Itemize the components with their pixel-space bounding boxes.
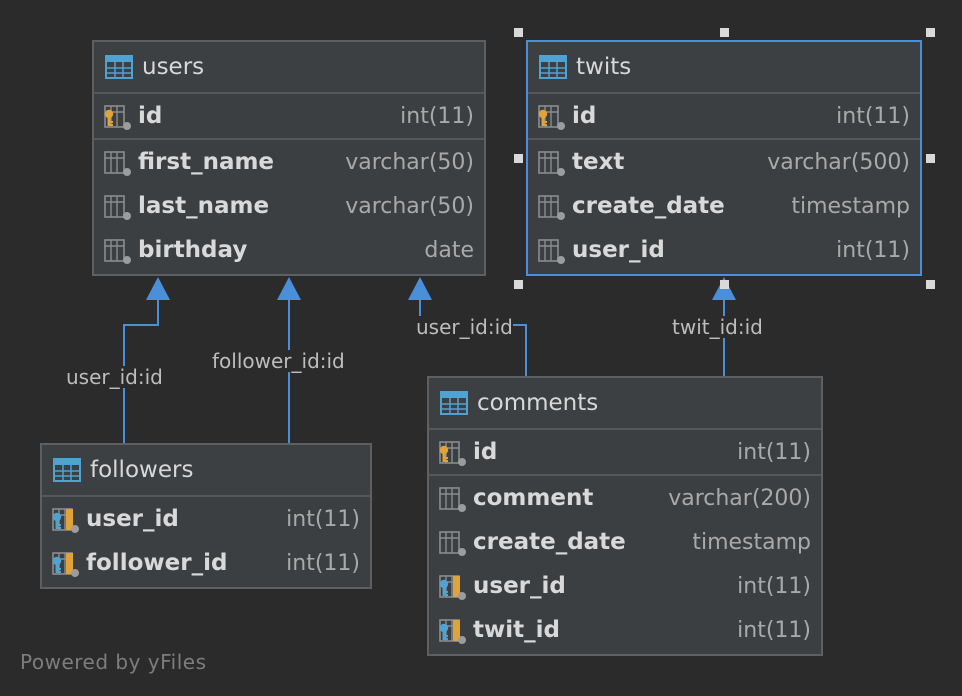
primary-key-icon bbox=[104, 105, 131, 130]
column-type: varchar(50) bbox=[345, 149, 474, 175]
column-icon bbox=[439, 487, 466, 512]
column-row[interactable]: id int(11) bbox=[94, 94, 484, 138]
column-type: int(11) bbox=[286, 550, 360, 576]
primary-key-icon bbox=[439, 441, 466, 466]
column-icon bbox=[538, 195, 565, 220]
column-icon bbox=[104, 151, 131, 176]
column-row[interactable]: id int(11) bbox=[528, 94, 920, 138]
footer-credit: Powered by yFiles bbox=[20, 650, 207, 674]
column-name: first_name bbox=[138, 149, 275, 175]
column-name: user_id bbox=[86, 506, 179, 532]
table-header[interactable]: twits bbox=[528, 42, 920, 94]
primary-key-section: id int(11) bbox=[94, 94, 484, 140]
column-row[interactable]: user_id int(11) bbox=[429, 564, 821, 608]
resize-handle[interactable] bbox=[720, 280, 729, 289]
column-type: varchar(500) bbox=[767, 149, 910, 175]
edge-label-comments-user-id: user_id:id bbox=[416, 315, 513, 339]
resize-handle[interactable] bbox=[720, 28, 729, 37]
column-type: int(11) bbox=[737, 573, 811, 599]
column-type: timestamp bbox=[692, 529, 811, 555]
resize-handle[interactable] bbox=[514, 28, 523, 37]
column-name: user_id bbox=[473, 573, 566, 599]
table-followers[interactable]: followers user_id int(11) follower_id int(11… bbox=[40, 443, 372, 589]
column-name: id bbox=[572, 103, 597, 129]
column-row[interactable]: create_date timestamp bbox=[528, 184, 920, 228]
column-row[interactable]: text varchar(500) bbox=[528, 140, 920, 184]
table-title: twits bbox=[576, 54, 632, 80]
resize-handle[interactable] bbox=[926, 280, 935, 289]
column-icon bbox=[538, 151, 565, 176]
table-header[interactable]: followers bbox=[42, 445, 370, 497]
foreign-key-icon bbox=[439, 575, 466, 600]
column-type: int(11) bbox=[286, 506, 360, 532]
column-type: varchar(200) bbox=[668, 485, 811, 511]
table-icon bbox=[539, 55, 567, 79]
resize-handle[interactable] bbox=[514, 280, 523, 289]
column-row[interactable]: create_date timestamp bbox=[429, 520, 821, 564]
column-type: int(11) bbox=[737, 617, 811, 643]
column-row[interactable]: follower_id int(11) bbox=[42, 541, 370, 585]
table-icon bbox=[440, 391, 468, 415]
primary-key-section: id int(11) bbox=[528, 94, 920, 140]
primary-key-section: id int(11) bbox=[429, 430, 821, 476]
primary-key-section: user_id int(11) follower_id int(11) bbox=[42, 497, 370, 585]
column-row[interactable]: first_name varchar(50) bbox=[94, 140, 484, 184]
resize-handle[interactable] bbox=[514, 154, 523, 163]
table-icon bbox=[105, 55, 133, 79]
column-row[interactable]: birthday date bbox=[94, 228, 484, 272]
column-row[interactable]: comment varchar(200) bbox=[429, 476, 821, 520]
column-name: id bbox=[138, 103, 163, 129]
column-type: varchar(50) bbox=[345, 193, 474, 219]
primary-key-icon bbox=[538, 105, 565, 130]
column-type: int(11) bbox=[737, 439, 811, 465]
column-row[interactable]: user_id int(11) bbox=[528, 228, 920, 272]
column-icon bbox=[538, 239, 565, 264]
table-comments[interactable]: comments id int(11) comment varchar(200) crea… bbox=[427, 376, 823, 656]
column-name: birthday bbox=[138, 237, 248, 263]
column-name: twit_id bbox=[473, 617, 560, 643]
column-row[interactable]: id int(11) bbox=[429, 430, 821, 474]
column-name: comment bbox=[473, 485, 594, 511]
column-name: create_date bbox=[572, 193, 725, 219]
table-users[interactable]: users id int(11) first_name varchar(50) last_… bbox=[92, 40, 486, 276]
column-name: text bbox=[572, 149, 625, 175]
table-header[interactable]: users bbox=[94, 42, 484, 94]
primary-foreign-key-icon bbox=[52, 552, 79, 577]
column-row[interactable]: user_id int(11) bbox=[42, 497, 370, 541]
column-row[interactable]: last_name varchar(50) bbox=[94, 184, 484, 228]
column-type: int(11) bbox=[400, 103, 474, 129]
column-icon bbox=[439, 531, 466, 556]
table-title: followers bbox=[90, 457, 194, 483]
primary-foreign-key-icon bbox=[52, 508, 79, 533]
column-name: follower_id bbox=[86, 550, 228, 576]
table-twits[interactable]: twits id int(11) text varchar(500) create_dat… bbox=[526, 40, 922, 276]
column-name: last_name bbox=[138, 193, 270, 219]
edge-followers-user-id[interactable] bbox=[123, 280, 159, 444]
table-title: users bbox=[142, 54, 205, 80]
arrowhead-icon bbox=[146, 277, 170, 300]
column-type: int(11) bbox=[836, 103, 910, 129]
edge-label-followers-follower-id: follower_id:id bbox=[212, 349, 345, 373]
column-icon bbox=[104, 239, 131, 264]
edge-label-comments-twit-id: twit_id:id bbox=[672, 315, 763, 339]
arrowhead-icon bbox=[408, 277, 432, 300]
column-icon bbox=[104, 195, 131, 220]
column-row[interactable]: twit_id int(11) bbox=[429, 608, 821, 652]
resize-handle[interactable] bbox=[926, 28, 935, 37]
foreign-key-icon bbox=[439, 619, 466, 644]
table-title: comments bbox=[477, 390, 599, 416]
column-name: user_id bbox=[572, 237, 665, 263]
table-header[interactable]: comments bbox=[429, 378, 821, 430]
arrowhead-icon bbox=[277, 277, 301, 300]
column-type: int(11) bbox=[836, 237, 910, 263]
column-name: create_date bbox=[473, 529, 626, 555]
edge-label-followers-user-id: user_id:id bbox=[66, 365, 163, 389]
resize-handle[interactable] bbox=[926, 154, 935, 163]
column-type: date bbox=[424, 237, 474, 263]
column-type: timestamp bbox=[791, 193, 910, 219]
table-icon bbox=[53, 458, 81, 482]
column-name: id bbox=[473, 439, 498, 465]
